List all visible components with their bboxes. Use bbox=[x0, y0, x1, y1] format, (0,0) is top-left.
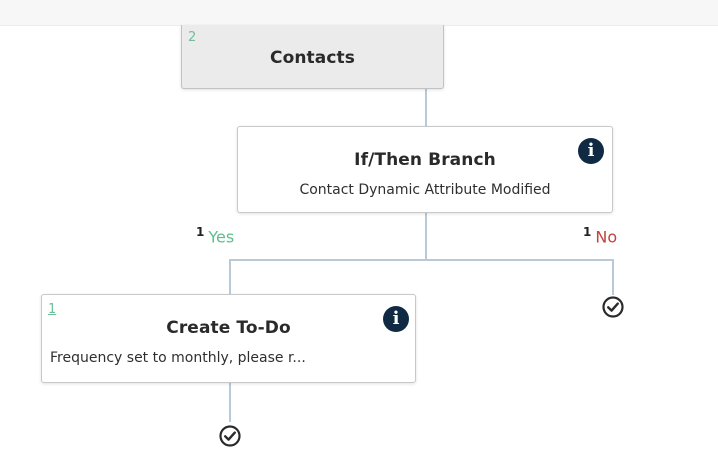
no-text: No bbox=[595, 227, 618, 247]
todo-count[interactable]: 1 bbox=[48, 303, 56, 316]
connector-branch-down bbox=[425, 213, 427, 260]
branch-description: Contact Dynamic Attribute Modified bbox=[299, 182, 551, 198]
branch-title: If/Then Branch bbox=[354, 150, 496, 170]
trigger-count: 2 bbox=[188, 30, 197, 45]
top-bar bbox=[0, 0, 718, 26]
trigger-title: Contacts bbox=[270, 48, 355, 68]
end-check-icon bbox=[602, 296, 624, 318]
info-icon[interactable]: i bbox=[383, 306, 409, 332]
todo-node[interactable]: 1 Create To-Do Frequency set to monthly,… bbox=[41, 294, 416, 383]
connector-branch-horizontal bbox=[229, 259, 614, 261]
todo-description: Frequency set to monthly, please r... bbox=[50, 350, 306, 366]
yes-text: Yes bbox=[208, 227, 235, 247]
trigger-node-contacts[interactable]: 2 Contacts bbox=[181, 25, 444, 89]
todo-title: Create To-Do bbox=[166, 318, 291, 338]
connector-no-down bbox=[612, 259, 614, 295]
yes-count: 1 bbox=[196, 225, 205, 239]
connector-trigger-to-branch bbox=[425, 89, 427, 126]
info-icon[interactable]: i bbox=[578, 138, 604, 164]
yes-branch-label: 1 Yes bbox=[196, 226, 234, 245]
connector-todo-down bbox=[229, 383, 231, 422]
end-check-icon bbox=[219, 425, 241, 447]
workflow-canvas: 2 Contacts If/Then Branch Contact Dynami… bbox=[0, 0, 718, 452]
connector-yes-down bbox=[229, 259, 231, 294]
no-branch-label: 1 No bbox=[583, 226, 617, 245]
no-count: 1 bbox=[583, 225, 592, 239]
branch-node[interactable]: If/Then Branch Contact Dynamic Attribute… bbox=[237, 126, 613, 213]
